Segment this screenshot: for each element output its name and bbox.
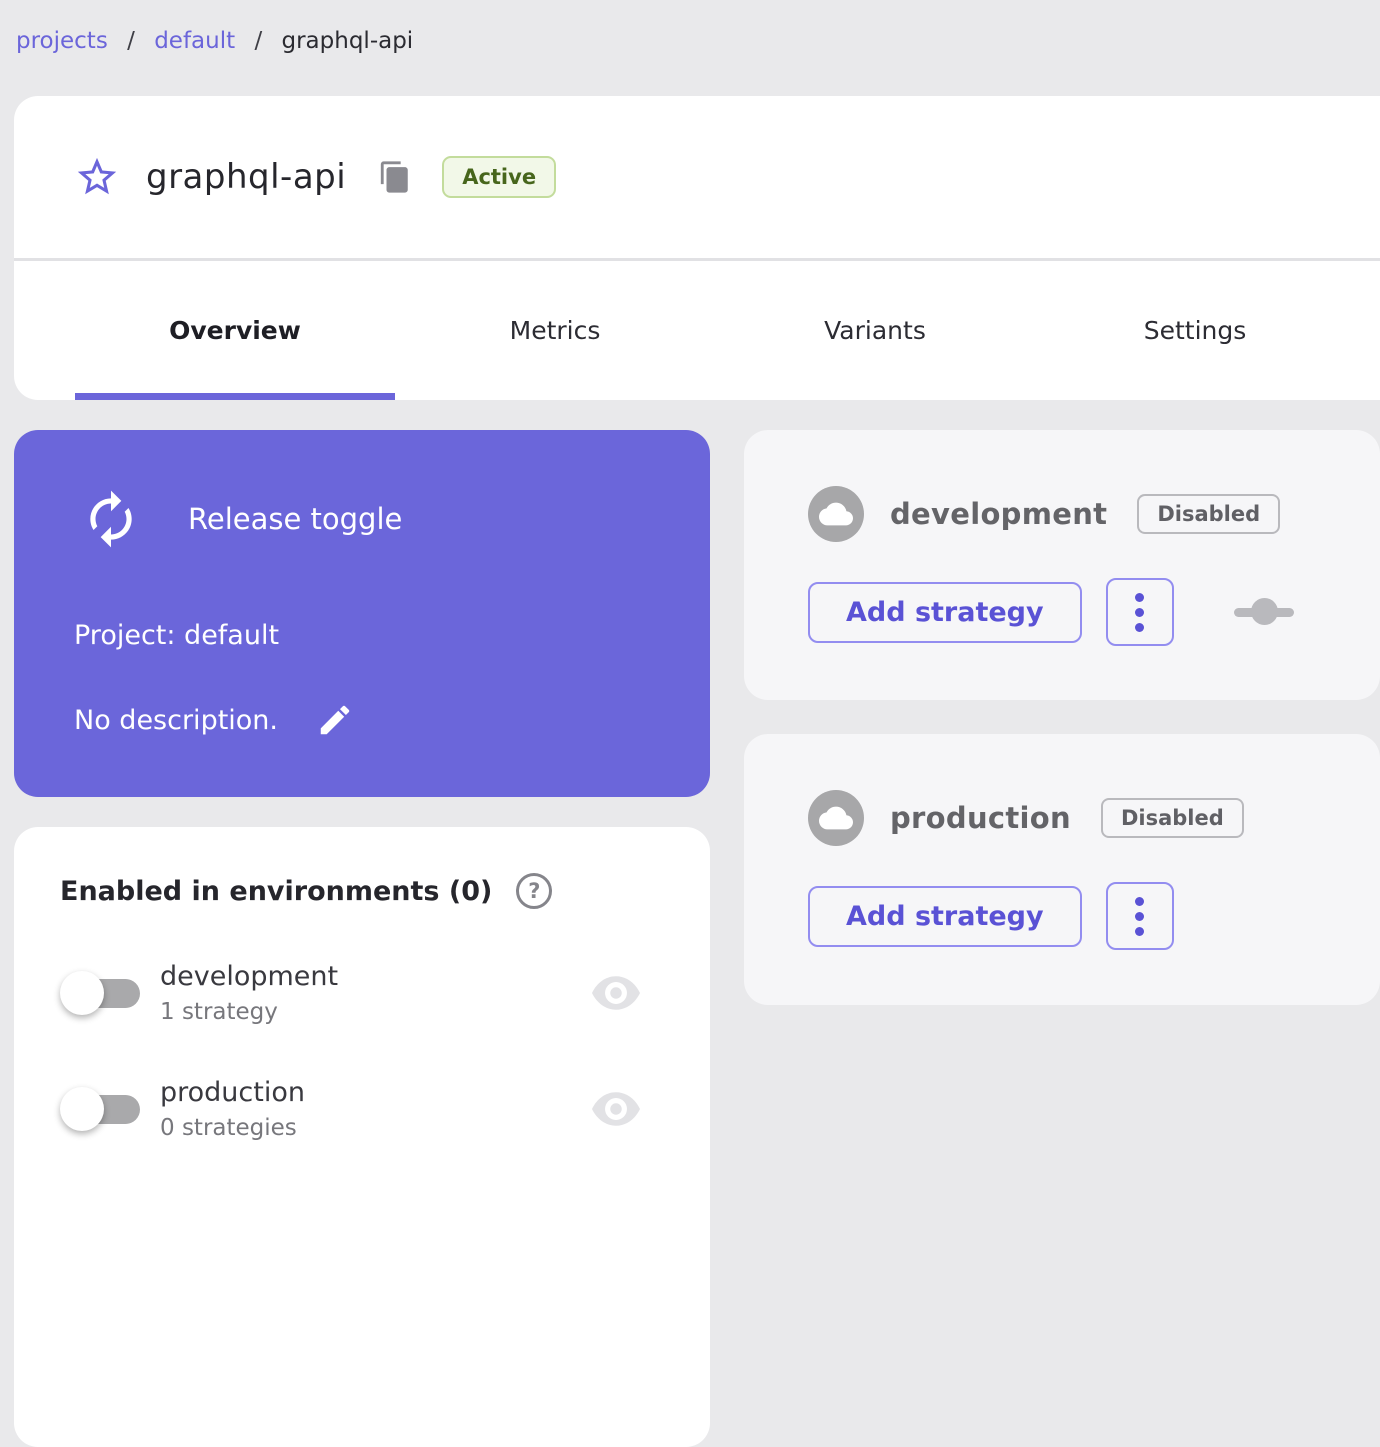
enabled-environments-title: Enabled in environments (0): [60, 875, 493, 907]
environment-card-production: production Disabled Add strategy: [744, 734, 1380, 1005]
eye-icon: [592, 1092, 640, 1126]
toggle-description-label: No description.: [74, 704, 279, 736]
enabled-environments-header: Enabled in environments (0) ?: [60, 873, 664, 909]
add-strategy-button[interactable]: Add strategy: [808, 885, 1082, 947]
strategy-slider-icon: [1233, 598, 1294, 626]
development-toggle-switch[interactable]: [60, 971, 152, 1015]
environment-card-header: development Disabled: [808, 486, 1360, 542]
page-title: graphql-api: [146, 157, 347, 197]
eye-icon: [592, 976, 640, 1010]
tab-label: Overview: [169, 316, 301, 345]
toggle-project-label: Project: default: [74, 620, 280, 651]
environment-status-chip: Disabled: [1100, 798, 1244, 838]
environment-labels: development 1 strategy: [160, 961, 338, 1025]
environment-row-development: development 1 strategy: [60, 961, 664, 1025]
edit-description-button[interactable]: [316, 701, 354, 739]
copy-icon: [378, 160, 412, 194]
status-badge: Active: [442, 156, 557, 198]
tab-label: Metrics: [509, 316, 601, 345]
breadcrumb-link-projects[interactable]: projects: [16, 28, 108, 54]
kebab-icon: [1135, 896, 1145, 936]
switch-knob: [60, 1087, 104, 1131]
favorite-star-icon[interactable]: [74, 154, 120, 200]
toggle-type-card: Release toggle Project: default No descr…: [14, 430, 710, 797]
switch-knob: [60, 971, 104, 1015]
cloud-environment-avatar: [808, 486, 864, 542]
environment-card-name: development: [890, 497, 1108, 531]
more-options-button[interactable]: [1105, 578, 1174, 646]
kebab-icon: [1135, 592, 1145, 632]
tab-metrics[interactable]: Metrics: [395, 261, 715, 400]
pencil-icon: [316, 701, 354, 739]
breadcrumb-separator: /: [127, 28, 135, 54]
environment-name: production: [160, 1077, 305, 1108]
feature-title-row: graphql-api Active: [14, 96, 1380, 258]
visibility-toggle-button[interactable]: [592, 1092, 640, 1126]
environment-card-actions: Add strategy: [808, 578, 1360, 646]
active-tab-underline: [75, 393, 395, 400]
breadcrumb: projects / default / graphql-api: [0, 0, 1380, 96]
add-strategy-button[interactable]: Add strategy: [808, 581, 1082, 643]
tab-label: Settings: [1143, 316, 1247, 345]
tab-overview[interactable]: Overview: [75, 261, 395, 400]
toggle-type-label: Release toggle: [188, 502, 403, 536]
tab-variants[interactable]: Variants: [715, 261, 1035, 400]
environment-card-header: production Disabled: [808, 790, 1360, 846]
enabled-environments-card: Enabled in environments (0) ? developmen…: [14, 827, 710, 1447]
environment-strategy-count: 0 strategies: [160, 1115, 297, 1141]
copy-name-button[interactable]: [378, 160, 412, 194]
left-column: Release toggle Project: default No descr…: [14, 430, 710, 1447]
environment-status-chip: Disabled: [1137, 494, 1281, 534]
environment-card-development: development Disabled Add strategy: [744, 430, 1380, 700]
tab-bar: Overview Metrics Variants Settings: [14, 261, 1380, 400]
tab-label: Variants: [824, 316, 926, 345]
environment-card-name: production: [890, 801, 1071, 835]
toggle-description-row: No description.: [74, 701, 670, 739]
cloud-icon: [819, 497, 853, 531]
help-icon[interactable]: ?: [516, 873, 553, 909]
toggle-type-header: Release toggle: [74, 488, 670, 550]
main-content: Release toggle Project: default No descr…: [0, 400, 1380, 1447]
breadcrumb-link-default[interactable]: default: [154, 28, 235, 54]
more-options-button[interactable]: [1105, 882, 1174, 950]
feature-header-card: graphql-api Active Overview Metrics Vari…: [14, 96, 1380, 400]
cloud-environment-avatar: [808, 790, 864, 846]
release-toggle-icon: [80, 488, 142, 550]
environment-labels: production 0 strategies: [160, 1077, 305, 1141]
environment-name: development: [160, 961, 339, 992]
right-column: development Disabled Add strategy produc…: [744, 430, 1380, 1005]
tab-settings[interactable]: Settings: [1035, 261, 1355, 400]
environment-card-actions: Add strategy: [808, 882, 1360, 950]
environment-strategy-count: 1 strategy: [160, 999, 278, 1025]
visibility-toggle-button[interactable]: [592, 976, 640, 1010]
cloud-icon: [819, 801, 853, 835]
breadcrumb-separator: /: [254, 28, 263, 54]
environment-row-production: production 0 strategies: [60, 1077, 664, 1141]
breadcrumb-current: graphql-api: [281, 28, 414, 54]
production-toggle-switch[interactable]: [60, 1087, 152, 1131]
